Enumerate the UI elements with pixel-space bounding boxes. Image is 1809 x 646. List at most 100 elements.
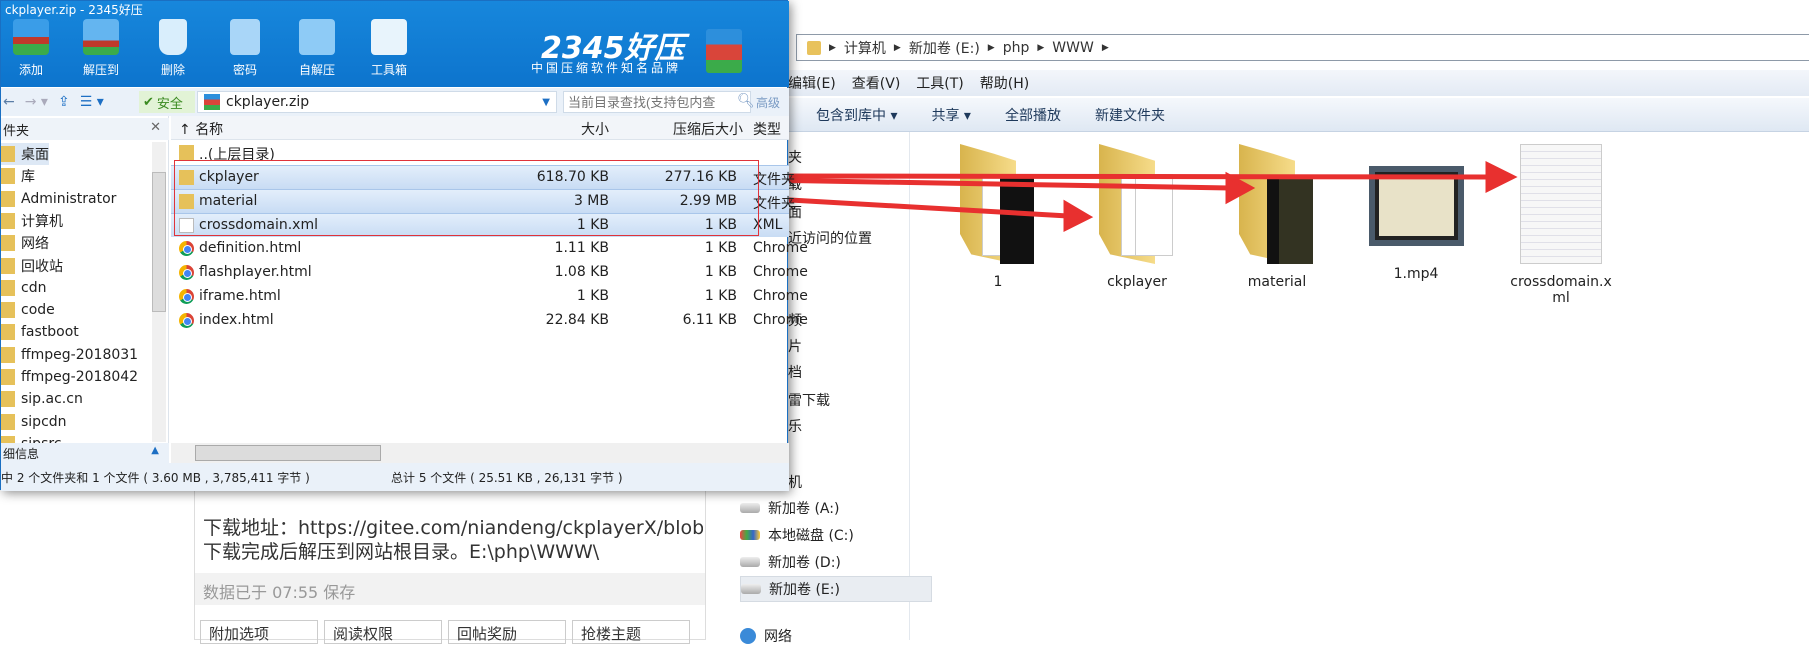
tree-item-label: 计算机 [21,213,63,230]
self-extract-button[interactable]: 自解压 [287,19,347,78]
table-row[interactable]: flashplayer.html 1.08 KB 1 KB Chrome [171,261,808,285]
folder-icon [1,146,15,162]
path-text: ckplayer.zip [226,94,310,110]
reply-reward-button[interactable]: 回帖奖励 [448,620,566,644]
chevron-up-icon: ▲ [151,445,159,456]
folder-icon [179,145,194,160]
tree-item[interactable]: 计算机 [1,210,63,232]
tree-item[interactable]: Administrator [1,188,116,210]
cell-name: iframe.html [199,288,281,304]
cell-packed: 6.11 KB [682,312,737,328]
folder-tree: 件夹 ✕ 桌面库 Administrator 计算机网络回收站 cdn code fastb… [1,116,169,452]
tree-scrollbar[interactable] [152,142,166,442]
tree-item-label: sip.ac.cn [21,391,83,408]
delete-button[interactable]: 删除 [143,19,203,78]
search-input[interactable] [563,91,751,113]
tree-item[interactable]: sipcdn [1,411,67,433]
tree-item[interactable]: ffmpeg-2018031 [1,344,138,366]
folder-icon [1,212,15,229]
close-icon[interactable]: ✕ [150,120,161,135]
tree-item[interactable]: 桌面 [1,143,49,165]
cell-type: 文件夹 [753,196,795,212]
selection-status: 中 2 个文件夹和 1 个文件 ( 3.60 MB , 3,785,411 字节… [1,470,310,485]
col-packed[interactable]: 压缩后大小 [673,119,743,139]
view-menu-icon[interactable]: ☰ ▾ [80,94,104,110]
toolbox-icon [371,19,407,55]
folder-icon [1,168,15,185]
password-button[interactable]: 密码 [215,19,275,78]
cell-size: 1 KB [576,288,609,304]
tree-item-label: 库 [21,169,35,186]
folder-icon [1,324,15,341]
toolbox-button[interactable]: 工具箱 [359,19,419,78]
forward-icon[interactable]: → ▾ [25,94,48,110]
advanced-search-link[interactable]: 高级 [756,94,780,111]
lock-icon [230,19,260,55]
table-row[interactable]: index.html 22.84 KB 6.11 KB Chrome [171,309,808,333]
cell-size: 1.11 KB [554,240,609,256]
save-status: 数据已于 07:55 保存 [195,573,705,605]
zip-window: ckplayer.zip - 2345好压 添加 解压到 删除 密码 自解压 工… [0,0,808,491]
brand-slogan: 中国压缩软件知名品牌 [531,61,682,75]
tree-item-label: 网络 [21,236,49,253]
tree-item[interactable]: fastboot [1,321,79,343]
up-icon[interactable]: ⇪ [58,94,70,110]
button-label: 密码 [232,63,257,77]
editor-line-1[interactable]: 下载地址：https://gitee.com/niandeng/ckplayer… [203,513,703,540]
archive-path[interactable]: ckplayer.zip ▼ [197,91,557,113]
folder-icon [1,369,15,385]
table-row[interactable]: iframe.html 1 KB 1 KB Chrome [171,285,808,309]
editor-line-2[interactable]: 下载完成后解压到网站根目录。E:\php\WWW\ [203,537,599,564]
file-list: ↑ 名称 大小 压缩后大小 类型 ..(上层目录) ckplayer 618.70 … [171,116,808,443]
tree-item-label: ffmpeg-2018031 [21,346,139,363]
folder-icon [1,257,15,274]
tree-item[interactable]: sip.ac.cn [1,388,83,410]
horizontal-scrollbar[interactable] [171,443,789,463]
archive-icon [204,94,220,110]
tree-item[interactable]: 库 [1,165,35,187]
col-type[interactable]: 类型 [753,119,781,139]
tree-item-label: 桌面 [21,147,49,163]
tree-header: 件夹 ✕ [1,118,169,140]
read-permission-button[interactable]: 阅读权限 [324,620,442,644]
back-icon[interactable]: ← [3,94,15,110]
floor-topic-button[interactable]: 抢楼主题 [572,620,690,644]
search-icon[interactable]: 🔍︎ [737,93,755,109]
extra-options-button[interactable]: 附加选项 [200,620,318,644]
arrow-to-crossdomain [759,173,1491,180]
tree-item-label: cdn [21,279,47,296]
cell-type: 文件夹 [753,172,795,188]
col-size[interactable]: 大小 [581,119,609,139]
recycle-bin-icon [159,19,187,55]
box-icon [299,19,335,55]
tree-item-label: code [21,302,55,319]
tree-item[interactable]: 网络 [1,232,49,254]
tree-item[interactable]: 回收站 [1,255,63,277]
folder-icon [1,302,15,319]
table-row[interactable]: definition.html 1.11 KB 1 KB Chrome [171,237,808,261]
cell-type: Chrome [753,264,808,280]
tree-item-label: sipcdn [21,413,67,430]
arrowhead [1063,199,1094,233]
shield-icon: ✔ [143,94,154,110]
chrome-icon [179,265,194,280]
tree-item[interactable]: cdn [1,277,46,299]
col-name[interactable]: ↑ 名称 [179,119,223,139]
cell-name: definition.html [199,240,302,256]
chrome-icon [179,289,194,304]
list-header: ↑ 名称 大小 压缩后大小 类型 [171,116,789,140]
button-label: 工具箱 [370,63,407,77]
button-label: 自解压 [298,63,335,77]
folder-icon [1,279,15,296]
extract-icon [83,19,119,55]
details-toggle[interactable]: 细信息 ▲ [1,443,169,463]
extract-to-button[interactable]: 解压到 [71,19,131,78]
add-button[interactable]: 添加 [1,19,61,78]
tree-item-label: Administrator [21,190,117,207]
arrowhead [1225,171,1256,205]
tree-item[interactable]: code [1,299,55,321]
security-badge[interactable]: ✔ 安全 [139,91,195,113]
tree-item[interactable]: ffmpeg-2018042 [1,366,138,388]
folder-icon [1,190,15,207]
chevron-down-icon[interactable]: ▼ [542,97,550,108]
